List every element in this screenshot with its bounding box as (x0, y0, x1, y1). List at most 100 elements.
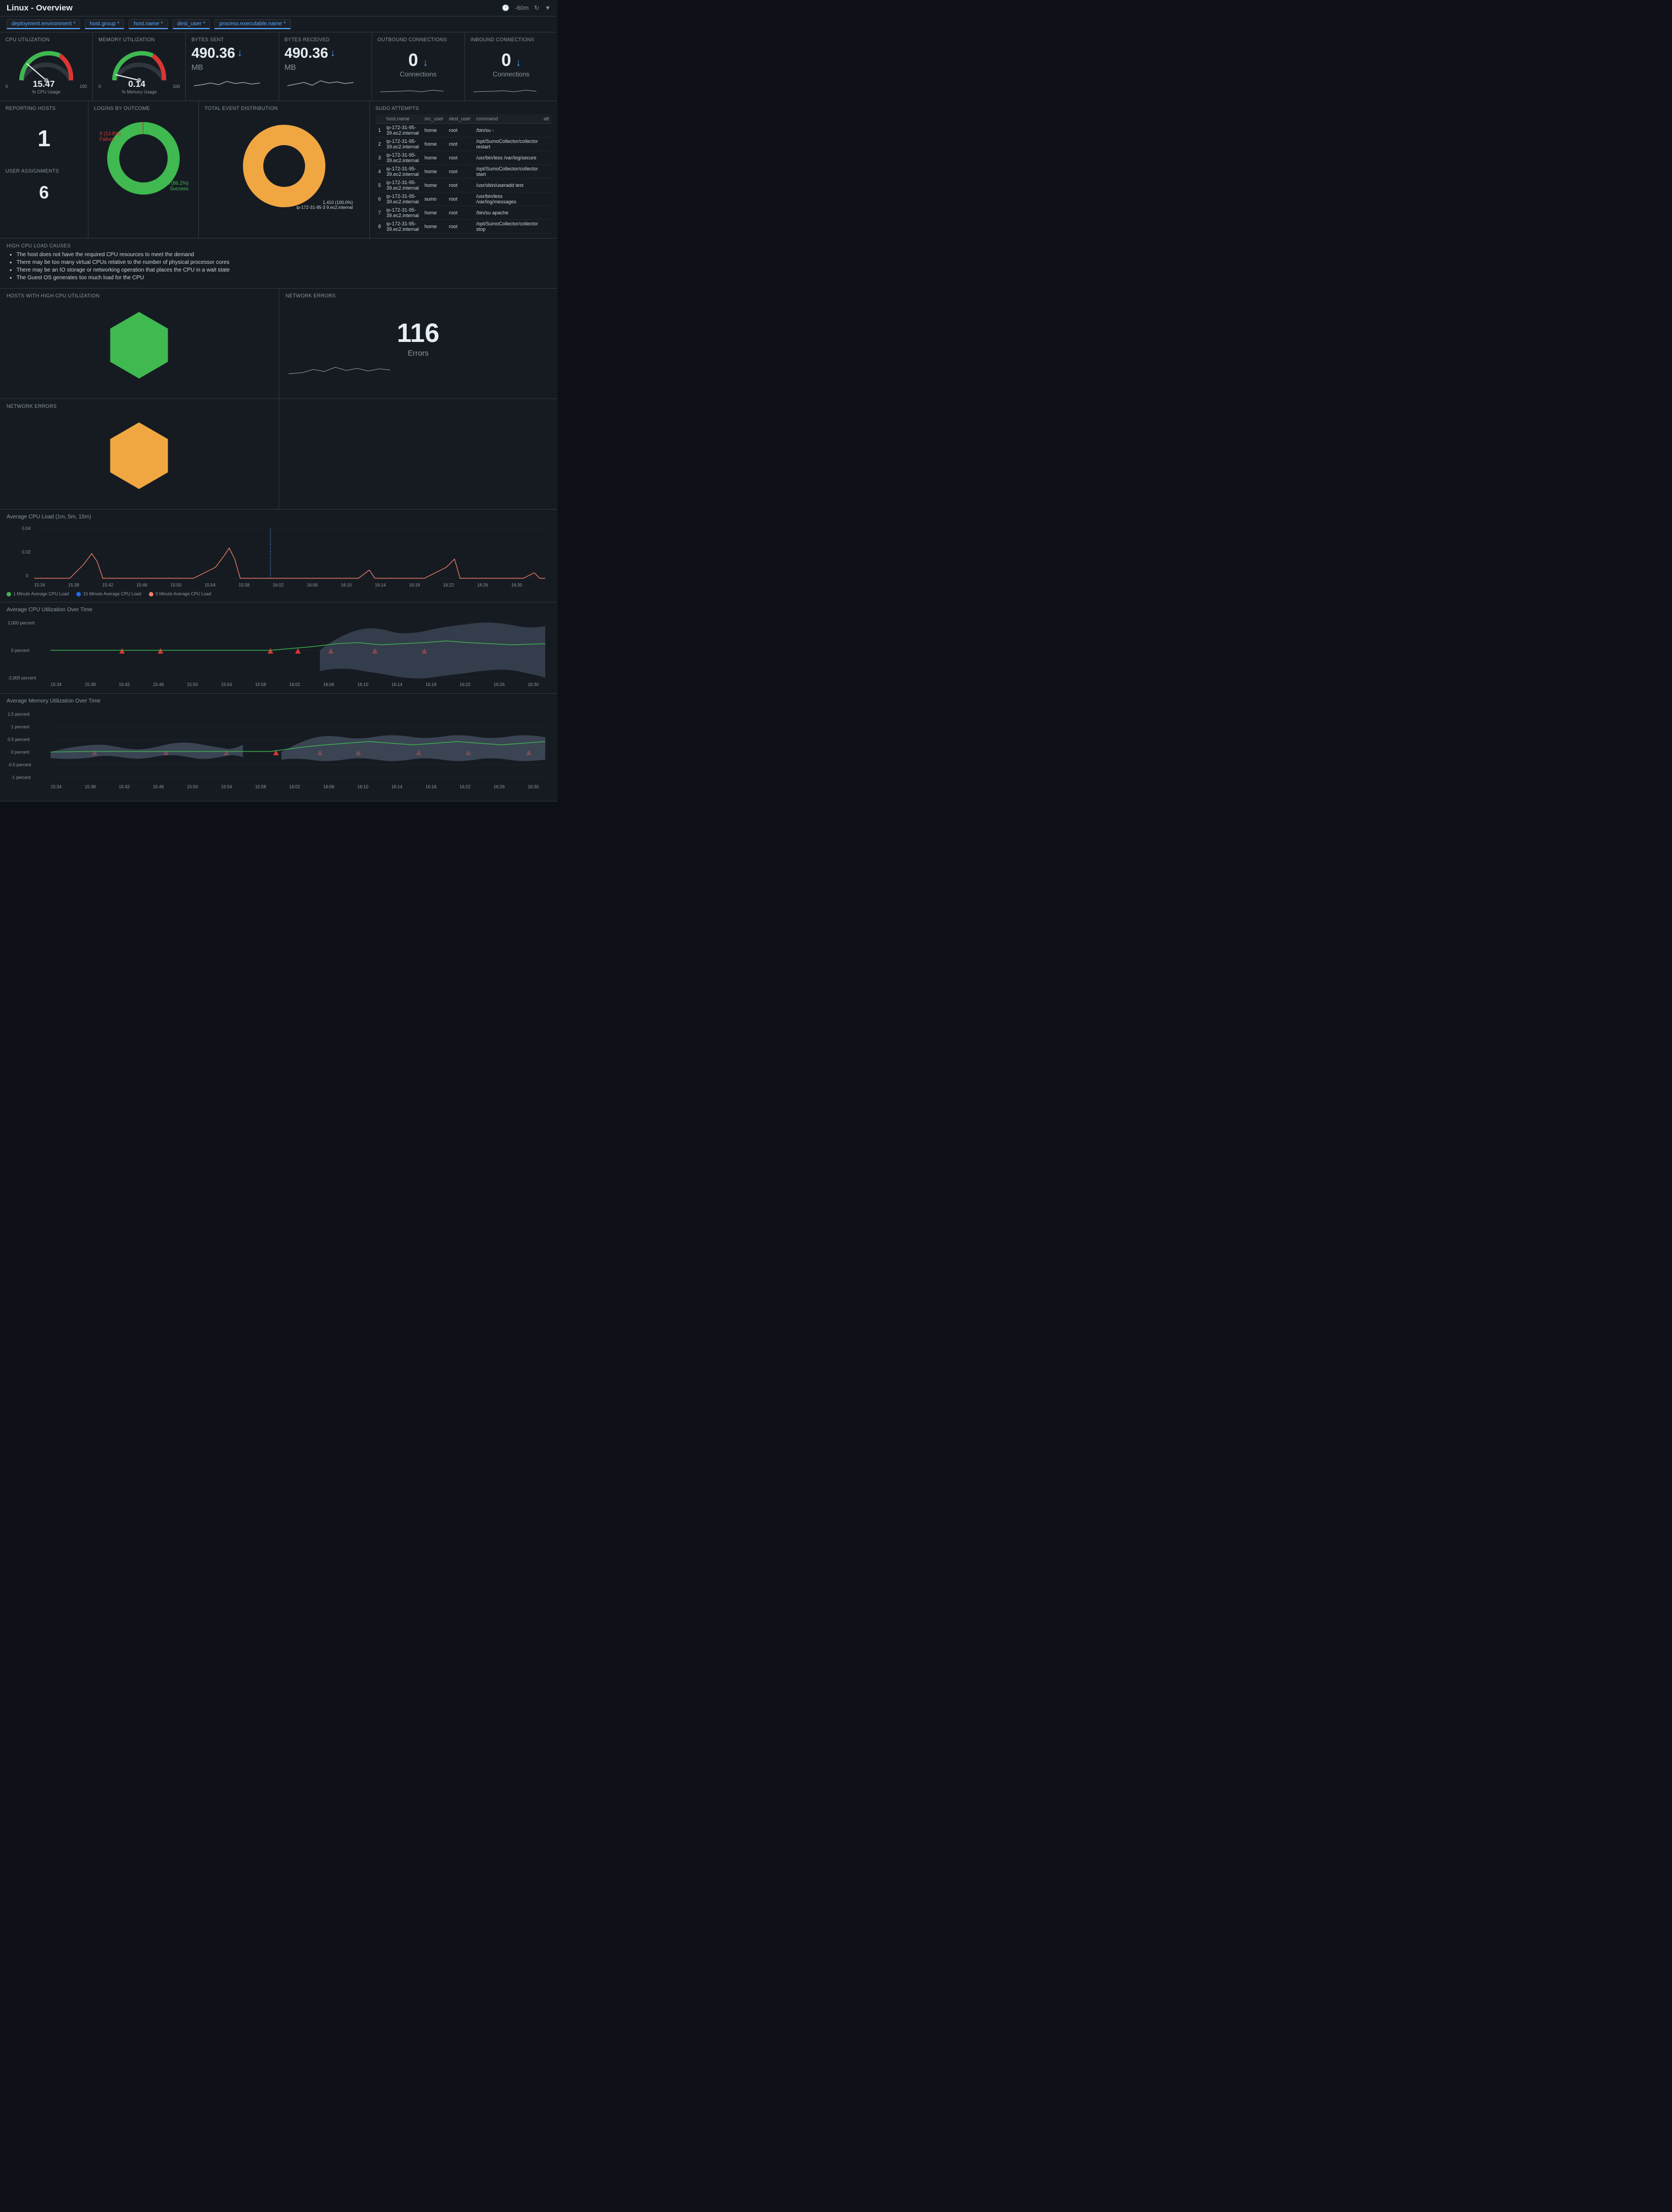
memory-gauge-range: 0 0.14 100 (98, 84, 180, 90)
bytes-sent-value: 490.36 ↓ (191, 45, 273, 62)
network-errors-right-label: Network Errors (286, 293, 551, 298)
table-row: 6ip-172-31-95-39.ec2.internalsumoroot/us… (375, 192, 552, 206)
svg-text:16:22: 16:22 (443, 583, 455, 588)
svg-text:15:42: 15:42 (102, 583, 114, 588)
filter-execname[interactable]: process.executable.name * (214, 19, 291, 29)
svg-text:16:22: 16:22 (459, 784, 471, 789)
table-cell: ip-172-31-95-39.ec2.internal (384, 220, 422, 234)
total-event-chart: 1,410 (100.0%) ip-172-31-95-3 9.ec2.inte… (204, 117, 364, 215)
bytes-sent-unit: MB (191, 63, 273, 71)
memory-gauge-svg (106, 45, 172, 83)
svg-text:15:50: 15:50 (187, 784, 198, 789)
avg-mem-util-svg: 1.5 percent 1 percent 0.5 percent 0 perc… (7, 707, 551, 795)
svg-text:15:50: 15:50 (170, 583, 182, 588)
causes-list: The host does not have the required CPU … (7, 252, 551, 281)
outbound-value-container: 0 ↓ Connections (378, 45, 459, 78)
table-cell: /usr/sbin/useradd test (473, 179, 541, 192)
memory-unit: % Memory Usage (121, 90, 157, 95)
memory-gauge: 0 0.14 100 % Memory Usage (98, 45, 180, 95)
svg-text:15:58: 15:58 (255, 784, 267, 789)
page-title: Linux - Overview (7, 3, 73, 13)
bytes-received-card: Bytes Received 490.36 ↓ MB (279, 32, 372, 101)
svg-text:16:06: 16:06 (323, 682, 335, 687)
svg-text:15:54: 15:54 (204, 583, 216, 588)
table-cell: ip-172-31-95-39.ec2.internal (384, 151, 422, 165)
table-cell (541, 192, 552, 206)
header-controls: 🕐 -60m ↻ ▼ (502, 4, 551, 12)
table-row: 7ip-172-31-95-39.ec2.internalhomeroot/bi… (375, 206, 552, 220)
bytes-received-arrow: ↓ (330, 47, 335, 59)
svg-text:15:34: 15:34 (51, 784, 62, 789)
refresh-icon[interactable]: ↻ (534, 4, 539, 12)
col-att: att (541, 114, 552, 124)
row-number: 3 (375, 151, 384, 165)
inbound-value-container: 0 ↓ Connections (470, 45, 552, 78)
inbound-connections-card: Inbound Connections 0 ↓ Connections (465, 32, 557, 101)
svg-text:-2,000 percent: -2,000 percent (8, 676, 36, 681)
sudo-panel: Sudo Attempts host.name src_user dest_us… (370, 101, 557, 238)
network-errors-hex-row: Network Errors (0, 399, 557, 510)
table-cell: root (446, 165, 474, 179)
svg-text:15:46: 15:46 (153, 784, 164, 789)
svg-text:16:18: 16:18 (425, 784, 437, 789)
logins-donut: 9 (13.8%) Failure 56 (86.2%) Success (94, 114, 193, 202)
sudo-label: Sudo Attempts (375, 106, 552, 111)
svg-text:15:50: 15:50 (187, 682, 198, 687)
svg-text:16:26: 16:26 (477, 583, 489, 588)
table-cell (541, 151, 552, 165)
sudo-table-header: host.name src_user dest_user command att (375, 114, 552, 124)
cpu-gauge: 0 15.47 100 % CPU Usage (5, 45, 87, 95)
filter-hostname[interactable]: host.name * (129, 19, 168, 29)
cpu-max: 100 (80, 84, 87, 90)
svg-text:15:38: 15:38 (85, 784, 96, 789)
row-number: 1 (375, 124, 384, 137)
reporting-hosts-value: 1 (5, 125, 82, 152)
bytes-received-sparkline (285, 75, 356, 89)
reporting-panel: Reporting Hosts 1 User Assignments 6 (0, 101, 88, 238)
filter-deployment[interactable]: deployment.environment * (7, 19, 80, 29)
svg-text:16:14: 16:14 (391, 682, 403, 687)
table-cell: home (422, 179, 446, 192)
col-command: command (473, 114, 541, 124)
svg-text:0 percent: 0 percent (11, 648, 30, 653)
filter-icon[interactable]: ▼ (545, 5, 551, 12)
bytes-sent-sparkline (191, 75, 263, 89)
user-assignments-label: User Assignments (5, 168, 82, 174)
table-cell: ip-172-31-95-39.ec2.internal (384, 124, 422, 137)
table-cell (541, 124, 552, 137)
table-cell: /bin/su - (473, 124, 541, 137)
filter-destuser[interactable]: dest_user * (173, 19, 211, 29)
table-cell: root (446, 124, 474, 137)
outbound-label: Outbound Connections (378, 37, 459, 42)
table-cell: home (422, 165, 446, 179)
logins-panel: Logins by Outcome 9 (13.8%) Failure 56 (… (88, 101, 198, 238)
reporting-hosts-label: Reporting Hosts (5, 106, 82, 111)
inbound-value: 0 ↓ (470, 50, 552, 70)
svg-text:16:30: 16:30 (528, 682, 539, 687)
network-errors-unit: Errors (286, 349, 551, 357)
time-range[interactable]: -60m (515, 5, 529, 12)
table-cell: root (446, 220, 474, 234)
table-cell: /bin/su apache (473, 206, 541, 220)
inbound-sparkline (470, 84, 542, 95)
inbound-unit: Connections (470, 70, 552, 78)
row-number: 6 (375, 192, 384, 206)
table-cell (541, 206, 552, 220)
table-cell: root (446, 179, 474, 192)
svg-text:0: 0 (26, 573, 29, 578)
svg-text:15:54: 15:54 (221, 784, 232, 789)
causes-list-item: The host does not have the required CPU … (16, 252, 551, 258)
row-number: 4 (375, 165, 384, 179)
outbound-unit: Connections (378, 70, 459, 78)
svg-text:15:58: 15:58 (255, 682, 267, 687)
table-cell: /opt/SumoCollector/collector start (473, 165, 541, 179)
sudo-table-body: 1ip-172-31-95-39.ec2.internalhomeroot/bi… (375, 124, 552, 234)
svg-text:16:30: 16:30 (511, 583, 523, 588)
bytes-received-value: 490.36 ↓ (285, 45, 366, 62)
cpu-unit: % CPU Usage (32, 90, 60, 95)
hex-panels-row: Hosts with High CPU Utilization Network … (0, 289, 557, 399)
filter-hostgroup[interactable]: host.group * (85, 19, 124, 29)
svg-text:0.02: 0.02 (22, 550, 31, 555)
svg-text:0.04: 0.04 (22, 526, 31, 531)
table-cell: ip-172-31-95-39.ec2.internal (384, 137, 422, 151)
